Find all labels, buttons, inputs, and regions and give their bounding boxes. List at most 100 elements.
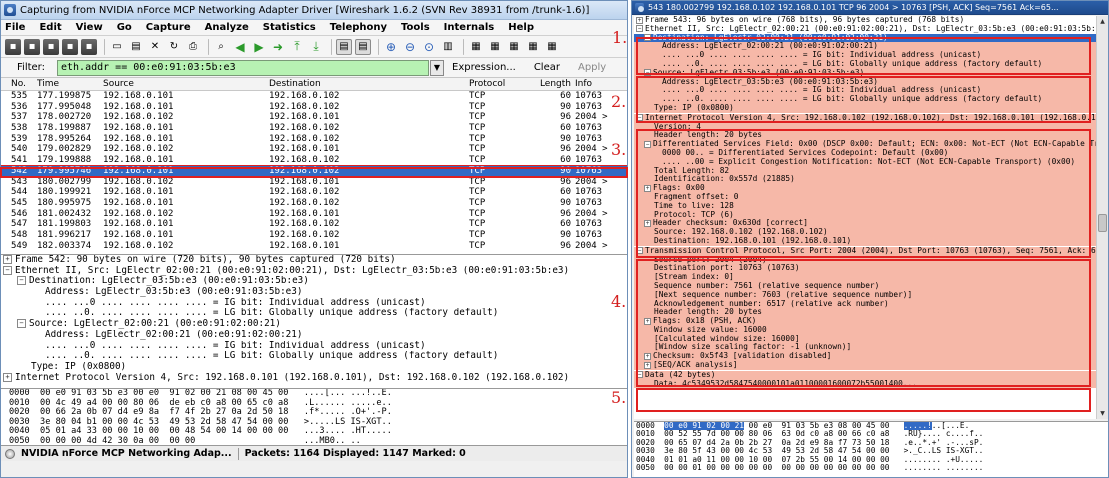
- detail-line[interactable]: − Ethernet II, Src: LgElectr_02:00:21 (00…: [3, 265, 627, 277]
- resize-columns-icon[interactable]: ▥: [440, 39, 456, 55]
- detail-text: Frame 542: 90 bytes on wire (720 bits), …: [15, 255, 396, 265]
- expert-info-icon[interactable]: [5, 448, 15, 459]
- cell-destination: 192.168.0.102: [269, 123, 340, 134]
- packet-row[interactable]: 536 177.995048 192.168.0.101 192.168.0.102 T…: [1, 102, 627, 113]
- column-source[interactable]: Source: [103, 78, 269, 90]
- menu-go[interactable]: Go: [117, 22, 132, 33]
- detail-line[interactable]: − Destination: LgElectr_03:5b:e3 (00:e0:9…: [3, 276, 627, 287]
- menu-help[interactable]: Help: [508, 22, 534, 33]
- first-packet-icon[interactable]: ⤒: [289, 39, 305, 55]
- expand-icon[interactable]: +: [636, 16, 643, 24]
- forward-arrow-icon[interactable]: ▶: [251, 39, 267, 55]
- details-scrollbar[interactable]: ▲ ▼: [1096, 16, 1108, 419]
- main-title-bar[interactable]: Capturing from NVIDIA nForce MCP Network…: [1, 1, 627, 20]
- packet-window-title-bar[interactable]: 543 180.002799 192.168.0.102 192.168.0.1…: [632, 1, 1108, 15]
- preferences-icon[interactable]: ▦: [525, 39, 541, 55]
- open-folder-icon[interactable]: ▭: [109, 39, 125, 55]
- packet-window-bytes[interactable]: 0000 00 e0 91 02 00 21 00 e0 91 03 5b e3…: [634, 421, 1108, 477]
- detail-line[interactable]: .... ..0. .... .... .... .... = LG bit: …: [3, 308, 627, 319]
- menu-statistics[interactable]: Statistics: [263, 22, 316, 33]
- interfaces-icon[interactable]: ▪: [5, 38, 21, 55]
- packet-row[interactable]: 537 178.002720 192.168.0.102 192.168.0.101 T…: [1, 112, 627, 123]
- filter-dropdown-icon[interactable]: ▼: [430, 59, 444, 76]
- collapse-icon[interactable]: −: [17, 319, 26, 329]
- colorize-icon[interactable]: ▤: [336, 38, 352, 55]
- stop-capture-icon[interactable]: ▪: [62, 38, 78, 55]
- scroll-down-icon[interactable]: ▼: [1097, 408, 1108, 419]
- help-icon[interactable]: ▦: [544, 39, 560, 55]
- packet-row[interactable]: 541 179.199888 192.168.0.101 192.168.0.102 T…: [1, 155, 627, 166]
- scrollbar-thumb[interactable]: [1098, 214, 1107, 232]
- menu-capture[interactable]: Capture: [146, 22, 191, 33]
- find-icon[interactable]: ⌕: [213, 39, 229, 55]
- close-file-icon[interactable]: ✕: [147, 39, 163, 55]
- menu-tools[interactable]: Tools: [401, 22, 430, 33]
- cell-time: 177.995048: [37, 101, 92, 112]
- packet-row[interactable]: 538 178.199887 192.168.0.101 192.168.0.102 T…: [1, 123, 627, 134]
- menu-edit[interactable]: Edit: [39, 22, 61, 33]
- packet-row[interactable]: 548 181.996217 192.168.0.101 192.168.0.102 T…: [1, 230, 627, 241]
- coloring-rules-icon[interactable]: ▦: [506, 39, 522, 55]
- capture-filters-icon[interactable]: ▦: [468, 39, 484, 55]
- menu-view[interactable]: View: [76, 22, 103, 33]
- cell-no: 536: [11, 101, 28, 112]
- clear-button[interactable]: Clear: [534, 62, 560, 73]
- detail-line[interactable]: .... ...0 .... .... .... .... = IG bit: …: [3, 341, 627, 352]
- scroll-up-icon[interactable]: ▲: [1097, 16, 1108, 27]
- expand-icon[interactable]: +: [3, 255, 12, 264]
- detail-line[interactable]: Address: LgElectr_02:00:21 (00:e0:91:02:…: [3, 330, 627, 341]
- restart-capture-icon[interactable]: ▪: [81, 38, 97, 55]
- menu-analyze[interactable]: Analyze: [205, 22, 249, 33]
- go-to-packet-icon[interactable]: ➜: [270, 39, 286, 55]
- column-time[interactable]: Time: [37, 78, 103, 90]
- print-icon[interactable]: ⎙: [185, 39, 201, 55]
- cell-destination: 192.168.0.101: [269, 176, 340, 187]
- packet-row[interactable]: 540 179.002829 192.168.0.102 192.168.0.101 T…: [1, 144, 627, 155]
- detail-line[interactable]: + Internet Protocol Version 4, Src: 192.1…: [3, 372, 627, 384]
- last-packet-icon[interactable]: ⤓: [308, 39, 324, 55]
- zoom-out-icon[interactable]: ⊖: [402, 39, 418, 55]
- detail-line[interactable]: .... ...0 .... .... .... .... = IG bit: …: [3, 298, 627, 309]
- menu-telephony[interactable]: Telephony: [330, 22, 387, 33]
- detail-line[interactable]: + Frame 542: 90 bytes on wire (720 bits),…: [3, 255, 627, 266]
- packet-bytes-pane[interactable]: 0000 00 e0 91 03 5b e3 00 e0 91 02 00 21…: [1, 389, 627, 446]
- detail-line[interactable]: .... ..0. .... .... .... .... = LG bit: …: [3, 351, 627, 362]
- collapse-icon[interactable]: −: [17, 276, 26, 286]
- packet-row[interactable]: 539 178.995264 192.168.0.101 192.168.0.102 T…: [1, 134, 627, 145]
- detail-line[interactable]: + Frame 543: 96 bytes on wire (768 bits),…: [634, 16, 1096, 25]
- detail-line[interactable]: Address: LgElectr_03:5b:e3 (00:e0:91:03:…: [3, 287, 627, 298]
- menu-internals[interactable]: Internals: [444, 22, 495, 33]
- column-destination[interactable]: Destination: [269, 78, 469, 90]
- collapse-icon[interactable]: −: [636, 25, 643, 33]
- save-icon[interactable]: ▤: [128, 39, 144, 55]
- expand-icon[interactable]: +: [3, 372, 12, 382]
- column-info[interactable]: Info: [575, 78, 627, 90]
- packet-row[interactable]: 544 180.199921 192.168.0.101 192.168.0.102 T…: [1, 187, 627, 198]
- packet-row[interactable]: 549 182.003374 192.168.0.102 192.168.0.101 T…: [1, 241, 627, 252]
- menu-file[interactable]: File: [5, 22, 25, 33]
- options-icon[interactable]: ▪: [24, 38, 40, 55]
- column-length[interactable]: Length: [527, 78, 575, 90]
- packet-row[interactable]: 535 177.199875 192.168.0.101 192.168.0.102 T…: [1, 91, 627, 102]
- packet-row[interactable]: 547 181.199803 192.168.0.101 192.168.0.102 T…: [1, 219, 627, 230]
- zoom-normal-icon[interactable]: ⊙: [421, 39, 437, 55]
- packet-row[interactable]: 543 180.002799 192.168.0.102 192.168.0.101 T…: [1, 177, 627, 188]
- autoscroll-icon[interactable]: ▤: [355, 38, 371, 55]
- filter-input[interactable]: eth.addr == 00:e0:91:03:5b:e3: [57, 59, 429, 76]
- column-protocol[interactable]: Protocol: [469, 78, 527, 90]
- reload-icon[interactable]: ↻: [166, 39, 182, 55]
- packet-row[interactable]: 545 180.995975 192.168.0.101 192.168.0.102 T…: [1, 198, 627, 209]
- detail-line[interactable]: Type: IP (0x0800): [3, 362, 627, 373]
- apply-button[interactable]: Apply: [578, 62, 606, 73]
- detail-line[interactable]: − Ethernet II, Src: LgElectr_02:00:21 (00…: [634, 25, 1096, 34]
- zoom-in-icon[interactable]: ⊕: [383, 39, 399, 55]
- packet-details-pane[interactable]: + Frame 542: 90 bytes on wire (720 bits),…: [1, 255, 627, 389]
- packet-row[interactable]: 546 181.002432 192.168.0.102 192.168.0.101 T…: [1, 209, 627, 220]
- detail-line[interactable]: − Source: LgElectr_02:00:21 (00:e0:91:02:…: [3, 319, 627, 330]
- display-filters-icon[interactable]: ▦: [487, 39, 503, 55]
- back-arrow-icon[interactable]: ◀: [232, 39, 248, 55]
- expression-button[interactable]: Expression...: [452, 62, 516, 73]
- collapse-icon[interactable]: −: [3, 265, 12, 275]
- column-no[interactable]: No.: [1, 78, 37, 90]
- start-capture-icon[interactable]: ▪: [43, 38, 59, 55]
